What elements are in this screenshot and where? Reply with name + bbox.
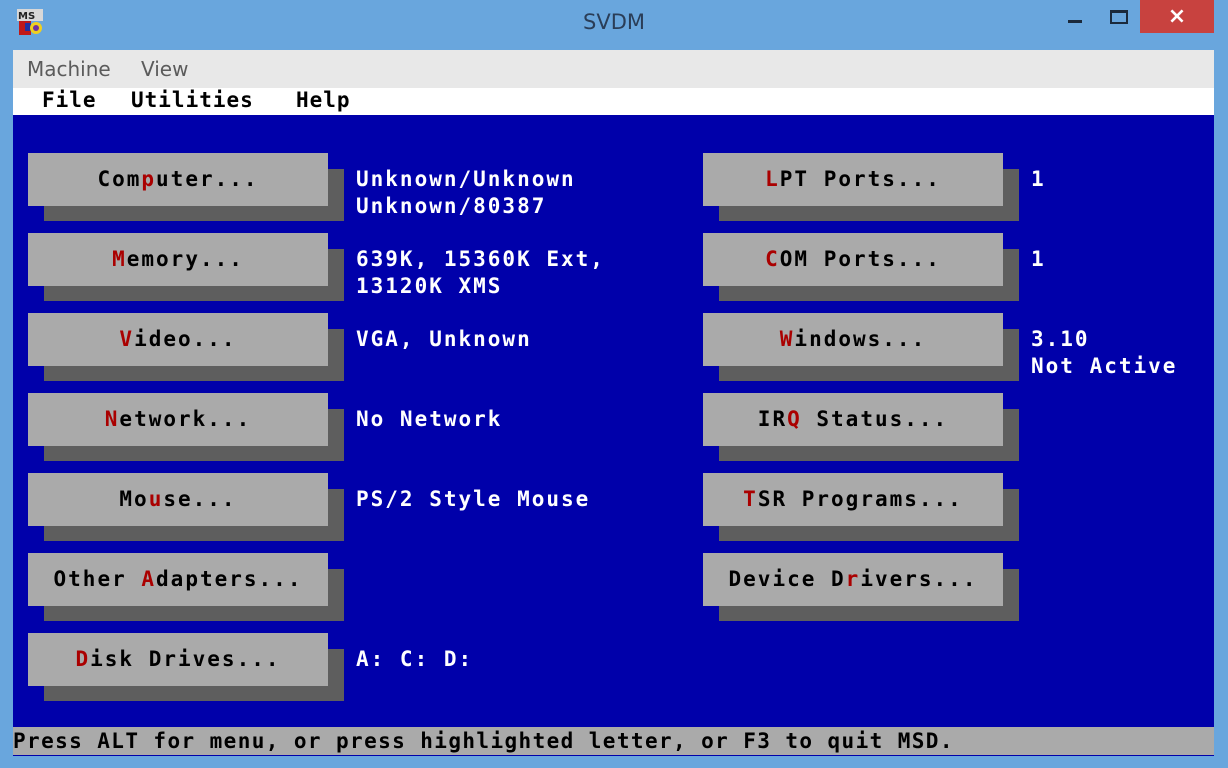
menu-file[interactable]: File xyxy=(42,88,97,112)
button-face[interactable]: Disk Drives... xyxy=(28,633,328,686)
button-face[interactable]: IRQ Status... xyxy=(703,393,1003,446)
hotkey-letter: T xyxy=(743,487,758,511)
hotkey-letter: L xyxy=(765,167,780,191)
host-menu-bar: Machine View xyxy=(13,50,1214,88)
lpt-ports-info: 1 xyxy=(1031,167,1046,191)
memory-info: 639K, 15360K Ext, 13120K XMS xyxy=(356,247,605,298)
com-ports-button[interactable]: COM Ports... xyxy=(703,233,1019,301)
button-label: etwork... xyxy=(119,407,252,431)
button-label: ideo... xyxy=(134,327,237,351)
button-face[interactable]: Device Drivers... xyxy=(703,553,1003,606)
button-face[interactable]: Network... xyxy=(28,393,328,446)
button-label: IR xyxy=(757,407,788,431)
hotkey-letter: N xyxy=(104,407,120,431)
close-icon: × xyxy=(1167,4,1187,29)
button-label: OM Ports... xyxy=(779,247,941,271)
mouse-button[interactable]: Mouse... xyxy=(28,473,344,541)
video-info: VGA, Unknown xyxy=(356,327,532,351)
button-label: indows... xyxy=(794,327,927,351)
button-label: Mo xyxy=(119,487,149,511)
button-label: isk Drives... xyxy=(90,647,281,671)
computer-button[interactable]: Computer... xyxy=(28,153,344,221)
hotkey-letter: W xyxy=(779,327,795,351)
button-face[interactable]: LPT Ports... xyxy=(703,153,1003,206)
button-label: ivers... xyxy=(860,567,978,591)
close-button[interactable]: × xyxy=(1140,0,1214,33)
button-face[interactable]: TSR Programs... xyxy=(703,473,1003,526)
video-button[interactable]: Video... xyxy=(28,313,344,381)
button-face[interactable]: Memory... xyxy=(28,233,328,286)
computer-info: Unknown/Unknown Unknown/80387 xyxy=(356,167,576,218)
button-label: Other xyxy=(53,567,142,591)
tsr-programs-button[interactable]: TSR Programs... xyxy=(703,473,1019,541)
host-menu-machine[interactable]: Machine xyxy=(27,57,111,81)
hotkey-letter: A xyxy=(141,567,157,591)
menu-help[interactable]: Help xyxy=(296,88,351,112)
device-drivers-button[interactable]: Device Drivers... xyxy=(703,553,1019,621)
button-face[interactable]: Windows... xyxy=(703,313,1003,366)
button-face[interactable]: Other Adapters... xyxy=(28,553,328,606)
button-label: se... xyxy=(163,487,237,511)
network-button[interactable]: Network... xyxy=(28,393,344,461)
menu-utilities[interactable]: Utilities xyxy=(131,88,254,112)
hotkey-letter: r xyxy=(845,567,861,591)
button-label: dapters... xyxy=(156,567,303,591)
status-bar: Press ALT for menu, or press highlighted… xyxy=(13,727,1214,755)
button-face[interactable]: COM Ports... xyxy=(703,233,1003,286)
hotkey-letter: D xyxy=(75,647,91,671)
irq-status-button[interactable]: IRQ Status... xyxy=(703,393,1019,461)
hotkey-letter: Q xyxy=(787,407,802,431)
maximize-icon xyxy=(1110,9,1128,24)
dos-screen: Machine View File Utilities Help Compute… xyxy=(13,50,1214,756)
hotkey-letter: V xyxy=(119,327,135,351)
hotkey-letter: M xyxy=(112,247,127,271)
disk-drives-info: A: C: D: xyxy=(356,647,474,671)
button-label: Device D xyxy=(728,567,846,591)
maximize-button[interactable] xyxy=(1098,0,1140,33)
button-label: emory... xyxy=(126,247,244,271)
memory-button[interactable]: Memory... xyxy=(28,233,344,301)
msd-menu-bar: File Utilities Help xyxy=(13,88,1214,115)
lpt-ports-button[interactable]: LPT Ports... xyxy=(703,153,1019,221)
other-adapters-button[interactable]: Other Adapters... xyxy=(28,553,344,621)
button-label: PT Ports... xyxy=(779,167,941,191)
host-menu-view[interactable]: View xyxy=(141,57,188,81)
hotkey-letter: p xyxy=(141,167,157,191)
hotkey-letter: u xyxy=(148,487,164,511)
button-label: Com xyxy=(97,167,142,191)
disk-drives-button[interactable]: Disk Drives... xyxy=(28,633,344,701)
minimize-icon xyxy=(1068,20,1082,23)
button-label: SR Programs... xyxy=(757,487,963,511)
button-label: uter... xyxy=(156,167,259,191)
title-bar: MS SVDM × xyxy=(0,0,1228,50)
network-info: No Network xyxy=(356,407,503,431)
window-title: SVDM xyxy=(583,10,645,34)
windows-button[interactable]: Windows... xyxy=(703,313,1019,381)
button-face[interactable]: Mouse... xyxy=(28,473,328,526)
com-ports-info: 1 xyxy=(1031,247,1046,271)
windows-info: 3.10 Not Active xyxy=(1031,327,1178,378)
button-label: Status... xyxy=(801,407,949,431)
button-face[interactable]: Computer... xyxy=(28,153,328,206)
button-face[interactable]: Video... xyxy=(28,313,328,366)
mouse-info: PS/2 Style Mouse xyxy=(356,487,591,511)
minimize-button[interactable] xyxy=(1052,0,1098,33)
hotkey-letter: C xyxy=(765,247,780,271)
